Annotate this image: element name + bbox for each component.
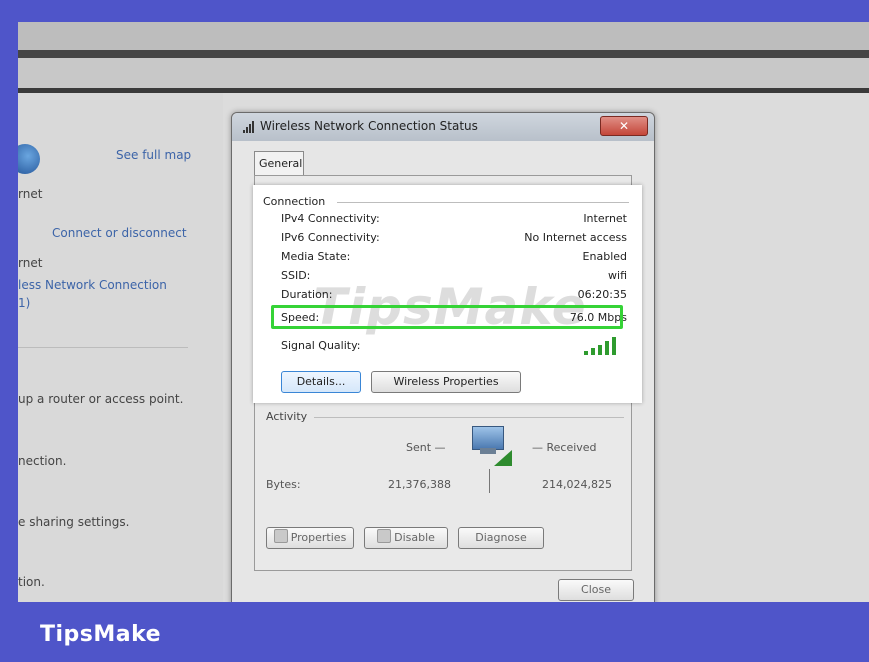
row-ssid: SSID: wifi xyxy=(281,269,627,287)
close-button[interactable]: Close xyxy=(558,579,634,601)
footer-bar: TipsMake xyxy=(0,602,869,662)
sent-label: Sent — xyxy=(406,441,446,454)
row-media-state: Media State: Enabled xyxy=(281,250,627,268)
toolbar-divider xyxy=(18,50,869,58)
signal-bar xyxy=(584,351,588,355)
properties-button[interactable]: Properties xyxy=(266,527,354,549)
bytes-received-value: 214,024,825 xyxy=(542,478,612,491)
activity-group-label: Activity xyxy=(266,410,308,423)
shield-icon xyxy=(273,529,288,543)
dialog-titlebar[interactable]: Wireless Network Connection Status ✕ xyxy=(232,113,654,141)
shield-icon xyxy=(377,529,392,543)
row-value: Internet xyxy=(583,212,627,225)
row-signal-quality: Signal Quality: xyxy=(281,339,627,357)
group-divider xyxy=(337,202,629,203)
setup-router-text[interactable]: up a router or access point. xyxy=(18,392,183,406)
window-toolbar xyxy=(18,22,869,50)
row-ipv6: IPv6 Connectivity: No Internet access xyxy=(281,231,627,249)
diagnose-button[interactable]: Diagnose xyxy=(458,527,544,549)
row-duration: Duration: 06:20:35 xyxy=(281,288,627,306)
row-key: IPv4 Connectivity: xyxy=(281,212,380,225)
row-value: wifi xyxy=(608,269,627,282)
network-computer-icon xyxy=(468,426,512,466)
row-value: Enabled xyxy=(582,250,627,263)
activity-connector xyxy=(489,469,490,493)
wireless-status-dialog: Wireless Network Connection Status ✕ Gen… xyxy=(231,112,655,602)
see-full-map-link[interactable]: See full map xyxy=(116,148,191,162)
activity-divider xyxy=(314,417,624,418)
row-ipv4: IPv4 Connectivity: Internet xyxy=(281,212,627,230)
signal-bar xyxy=(612,337,616,355)
wifi-signal-icon xyxy=(242,120,256,134)
connection-text[interactable]: nection. xyxy=(18,454,66,468)
bytes-label: Bytes: xyxy=(266,478,301,491)
activity-signal-icon xyxy=(494,450,512,466)
connection-index: 1) xyxy=(18,296,31,310)
row-key: Media State: xyxy=(281,250,351,263)
signal-bar xyxy=(598,345,602,355)
details-button[interactable]: Details... xyxy=(281,371,361,393)
last-item-text[interactable]: tion. xyxy=(18,575,45,589)
wireless-properties-button[interactable]: Wireless Properties xyxy=(371,371,521,393)
connection-name-link[interactable]: less Network Connection xyxy=(18,278,167,292)
row-value: No Internet access xyxy=(524,231,627,244)
row-key: Duration: xyxy=(281,288,333,301)
sharing-settings-text[interactable]: e sharing settings. xyxy=(18,515,129,529)
pane-divider xyxy=(18,347,188,348)
brand-logo-text: TipsMake xyxy=(40,622,162,647)
connect-or-disconnect-link[interactable]: Connect or disconnect xyxy=(52,226,187,240)
disable-label: Disable xyxy=(394,531,435,544)
disable-button[interactable]: Disable xyxy=(364,527,448,549)
tab-general[interactable]: General xyxy=(254,151,304,175)
close-icon[interactable]: ✕ xyxy=(600,116,648,136)
computer-screen xyxy=(472,426,504,450)
row-key: IPv6 Connectivity: xyxy=(281,231,380,244)
connection-group: TipsMake Connection IPv4 Connectivity: I… xyxy=(253,185,642,403)
row-key: SSID: xyxy=(281,269,311,282)
received-label: — Received xyxy=(532,441,597,454)
dialog-title: Wireless Network Connection Status xyxy=(260,119,478,133)
screenshot-area: See full map rnet Connect or disconnect … xyxy=(18,22,869,602)
signal-bar xyxy=(605,341,609,355)
bytes-sent-value: 21,376,388 xyxy=(388,478,451,491)
address-bar xyxy=(18,58,869,88)
speed-highlight xyxy=(271,305,623,329)
connection-group-label: Connection xyxy=(263,195,326,208)
signal-bar xyxy=(591,348,595,355)
row-value: 06:20:35 xyxy=(577,288,627,301)
properties-label: Properties xyxy=(290,531,347,544)
row-key: Signal Quality: xyxy=(281,339,361,352)
internet-label: rnet xyxy=(18,187,43,201)
signal-strength-icon xyxy=(582,337,622,355)
network-type-label: rnet xyxy=(18,256,43,270)
